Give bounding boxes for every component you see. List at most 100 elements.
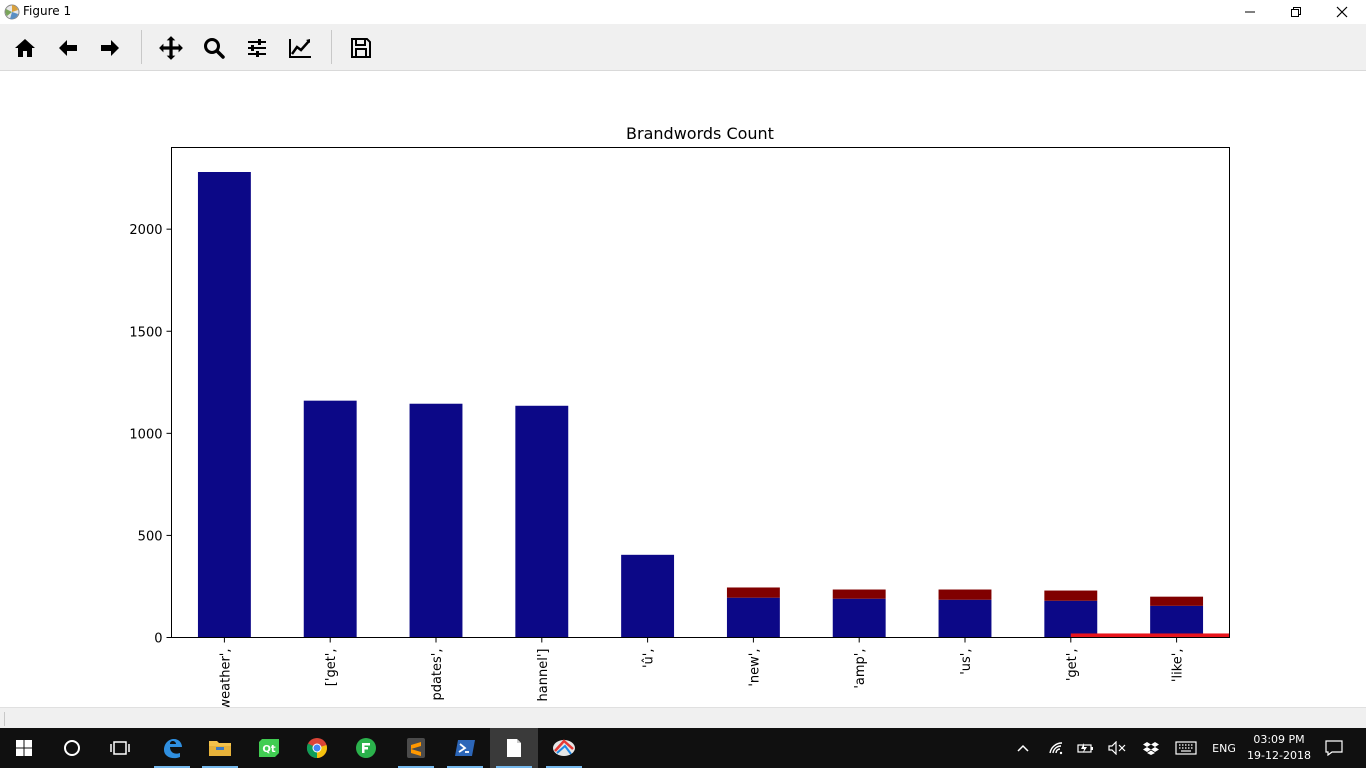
navigation-toolbar — [0, 24, 1366, 71]
taskbar-edge[interactable] — [148, 728, 196, 768]
tray-language[interactable]: ENG — [1206, 728, 1242, 768]
taskbar-powershell[interactable] — [441, 728, 489, 768]
magnifier-icon — [204, 38, 225, 59]
bar-series1-2 — [303, 400, 357, 638]
figure-canvas[interactable]: Brandwords Count 0 500 1000 1500 2000 weathe… — [0, 71, 1366, 707]
speaker-muted-icon — [1108, 741, 1126, 755]
taskbar-qt[interactable]: Qt — [245, 728, 293, 768]
clock-time: 03:09 PM — [1253, 733, 1305, 746]
x-tick-label: 'get', — [1065, 649, 1080, 682]
x-tick-label: 'us', — [959, 649, 974, 675]
windows-icon — [16, 740, 32, 756]
x-tick-label: 'like', — [1171, 649, 1186, 683]
edge-icon — [164, 739, 182, 759]
taskbar-feedly[interactable] — [342, 728, 390, 768]
bar-series1-4 — [515, 405, 569, 638]
close-button[interactable] — [1319, 0, 1365, 24]
zoom-button[interactable] — [198, 32, 230, 64]
action-center-button[interactable] — [1318, 728, 1350, 768]
powershell-icon — [455, 740, 475, 756]
taskbar-chrome[interactable] — [293, 728, 341, 768]
bar-series1-3 — [409, 403, 463, 638]
restore-button[interactable] — [1273, 0, 1319, 24]
matplotlib-app-icon — [4, 4, 20, 20]
dropbox-icon — [1143, 742, 1159, 755]
taskbar-file-explorer[interactable] — [196, 728, 244, 768]
bar-series2-8 — [938, 589, 992, 600]
bar-series2-7 — [832, 589, 886, 599]
toolbar-separator — [331, 30, 332, 64]
x-tick-label: 'amp', — [853, 649, 868, 689]
status-bar — [0, 707, 1366, 728]
task-view-button[interactable] — [96, 728, 144, 768]
bar-chart: Brandwords Count 0 500 1000 1500 2000 weathe… — [129, 124, 1230, 707]
pan-button[interactable] — [155, 32, 187, 64]
folder-icon — [209, 741, 231, 756]
tray-network-button[interactable] — [1044, 728, 1068, 768]
document-icon — [507, 739, 521, 757]
clock-date: 19-12-2018 — [1247, 749, 1311, 762]
restore-icon — [1291, 7, 1301, 17]
x-tick-label: 'û', — [642, 649, 657, 669]
wifi-icon — [1049, 742, 1063, 755]
bar-series1-6 — [726, 597, 780, 638]
y-tick-label: 1500 — [129, 325, 162, 340]
python-figure-icon — [553, 739, 575, 756]
home-icon — [15, 39, 35, 57]
tray-volume-button[interactable] — [1104, 728, 1130, 768]
y-tick-label: 1000 — [129, 427, 162, 442]
toolbar-separator — [141, 30, 142, 64]
feedly-icon — [356, 738, 376, 758]
y-tick-label: 500 — [138, 529, 163, 544]
move-icon — [159, 36, 183, 60]
edit-axes-button[interactable] — [284, 32, 316, 64]
arrow-right-icon — [101, 40, 119, 56]
x-tick-label: ['get', — [324, 649, 339, 687]
taskbar-document[interactable] — [490, 728, 538, 768]
minimize-button[interactable] — [1227, 0, 1273, 24]
bar-series1-9 — [1044, 600, 1098, 638]
window-title: Figure 1 — [23, 4, 72, 18]
x-tick-label: 'new', — [747, 649, 762, 687]
task-view-icon — [110, 741, 130, 755]
save-button[interactable] — [345, 32, 377, 64]
home-button[interactable] — [9, 32, 41, 64]
battery-icon — [1077, 743, 1093, 753]
qt-icon: Qt — [259, 739, 279, 757]
sliders-icon — [248, 39, 266, 57]
back-button[interactable] — [52, 32, 84, 64]
bar-series1-7 — [832, 598, 886, 638]
cortana-circle-icon — [64, 740, 80, 756]
taskbar-sublime[interactable] — [392, 728, 440, 768]
chart-title: Brandwords Count — [626, 124, 774, 143]
overlay-line — [1070, 633, 1230, 638]
line-chart-icon — [289, 39, 311, 58]
forward-button[interactable] — [94, 32, 126, 64]
floppy-disk-icon — [351, 38, 371, 58]
tray-dropbox-button[interactable] — [1138, 728, 1164, 768]
bar-series1-1 — [197, 172, 251, 638]
bar-series2-9 — [1044, 590, 1098, 601]
bar-series2-10 — [1150, 596, 1204, 606]
chrome-icon — [306, 738, 327, 759]
tray-clock[interactable]: 03:09 PM 19-12-2018 — [1244, 732, 1314, 764]
bar-series1-10 — [1150, 605, 1204, 638]
bar-series1-5 — [621, 554, 675, 638]
minimize-icon — [1245, 11, 1255, 13]
notification-icon — [1325, 740, 1343, 756]
subplots-button[interactable] — [241, 32, 273, 64]
windows-taskbar: Qt ENG 03:09 PM 19-12-2018 — [0, 728, 1366, 768]
search-button[interactable] — [48, 728, 96, 768]
tray-battery-button[interactable] — [1074, 728, 1098, 768]
bar-series2-6 — [726, 587, 780, 598]
close-icon — [1336, 6, 1348, 18]
sublime-icon — [407, 738, 425, 758]
keyboard-icon — [1175, 741, 1197, 755]
x-tick-label: hannel'] — [536, 649, 551, 702]
taskbar-python-figure[interactable] — [540, 728, 588, 768]
x-tick-label: pdates', — [430, 649, 445, 701]
tray-show-hidden-button[interactable] — [1010, 728, 1036, 768]
tray-keyboard-button[interactable] — [1172, 728, 1200, 768]
bar-series1-8 — [938, 599, 992, 638]
start-button[interactable] — [0, 728, 48, 768]
